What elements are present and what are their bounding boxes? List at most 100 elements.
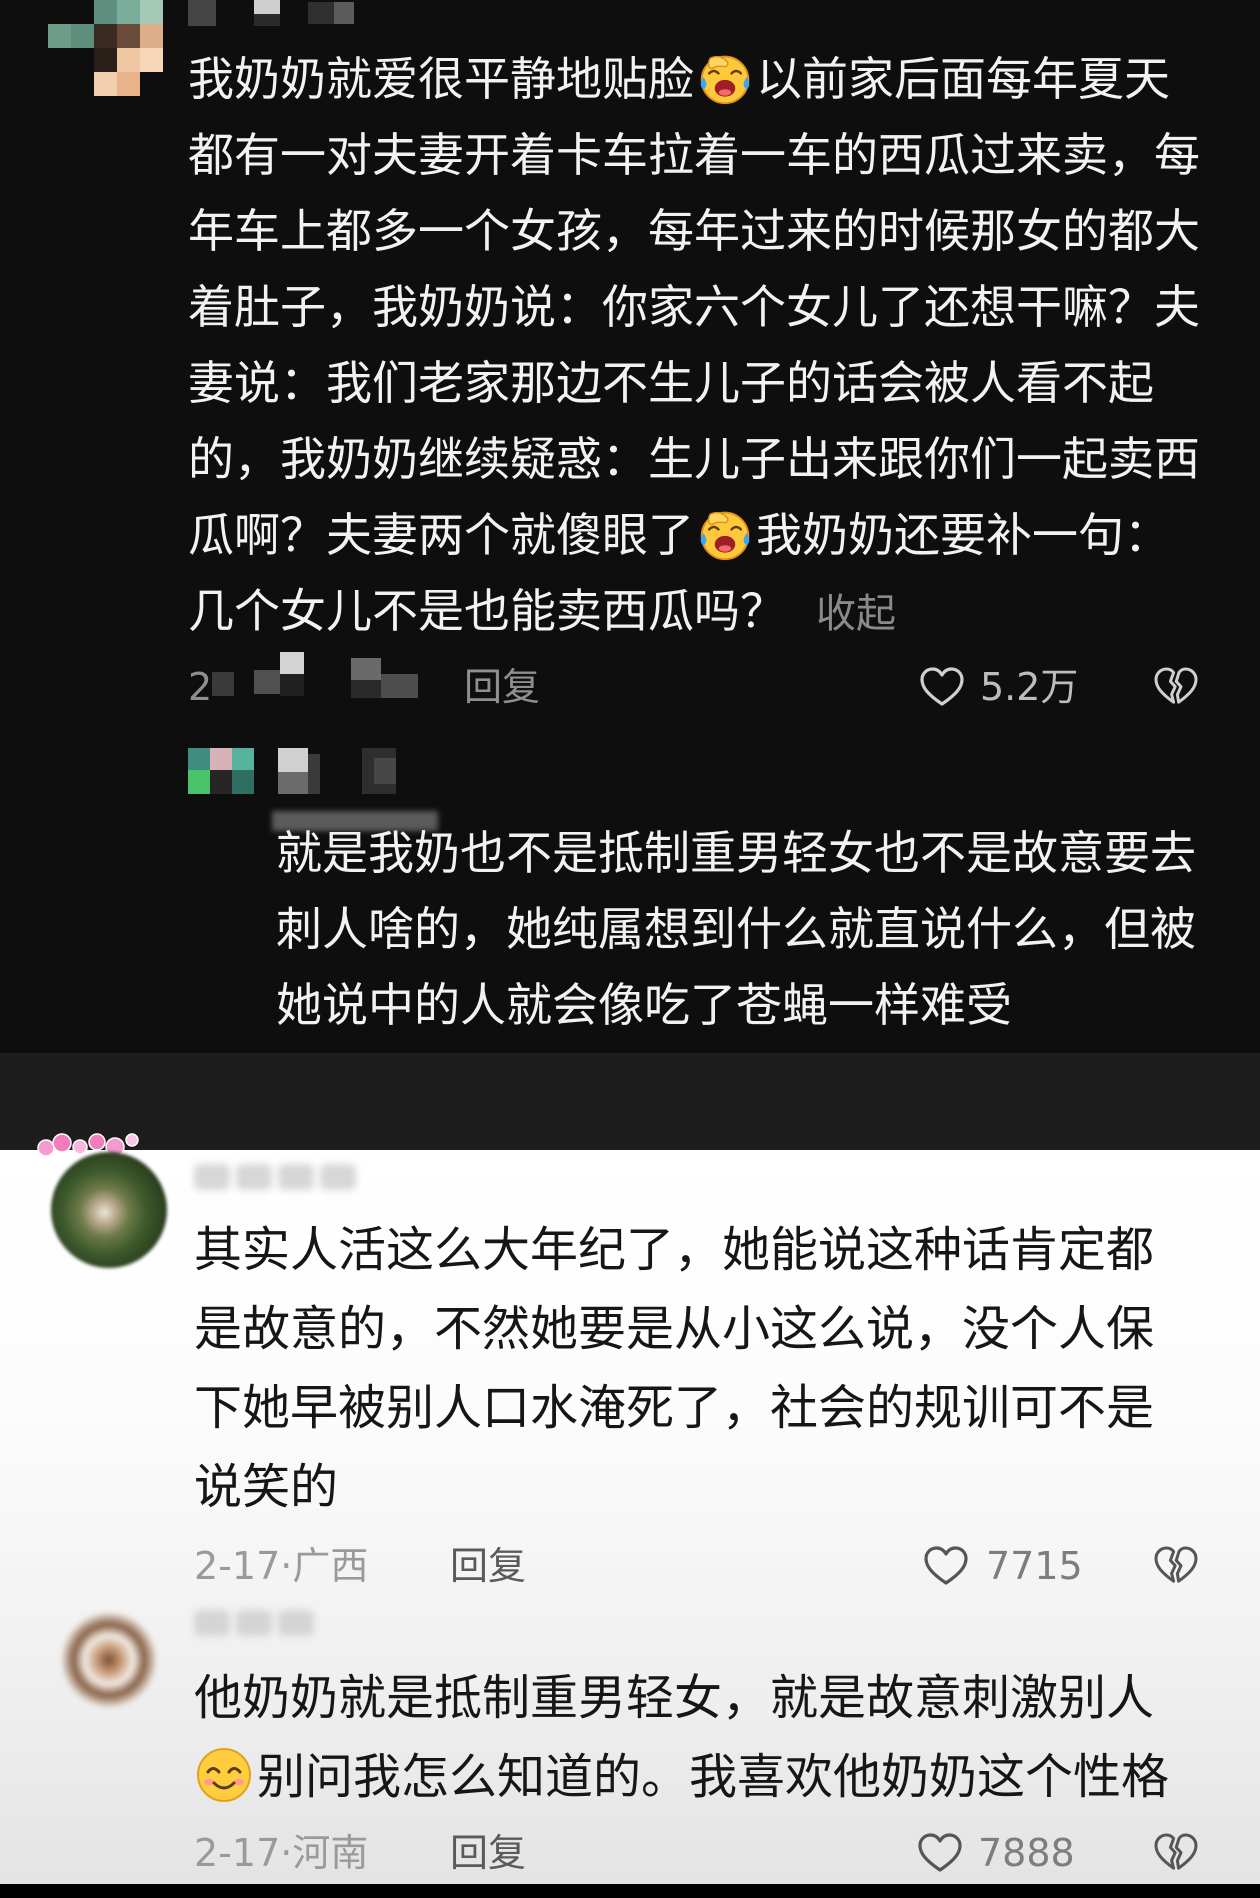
blurred-glyph xyxy=(194,1164,230,1190)
text-segment: 妻说：我们老家那边不生儿子的话会被人看不起 xyxy=(188,356,1154,410)
broken-heart-icon xyxy=(1152,1829,1200,1877)
text-segment: 以前家后面每年夏天 xyxy=(756,52,1170,106)
mosaic-cell xyxy=(334,2,354,24)
dislike-button[interactable] xyxy=(1152,1542,1200,1590)
comment-line: 都有一对夫妻开着卡车拉着一车的西瓜过来卖，每 xyxy=(188,117,1248,193)
text-segment: 她说中的人就会像吃了苍蝇一样难受 xyxy=(276,978,1012,1032)
comment-text: 他奶奶就是抵制重男轻女，就是故意刺激别人 别问我怎么知道的。我喜欢他奶奶这个性格 xyxy=(194,1659,1244,1817)
mosaic-cell xyxy=(278,748,308,772)
reply-avatar[interactable] xyxy=(188,748,254,794)
mosaic-cell xyxy=(280,674,304,696)
comment-time-location: 2-17·河南 xyxy=(194,1831,369,1875)
smile-emoji xyxy=(194,1745,254,1805)
text-segment: 瓜啊？夫妻两个就傻眼了 xyxy=(188,508,694,562)
mosaic-cell xyxy=(210,748,232,770)
comment-line: 说笑的 xyxy=(194,1448,1244,1527)
like-button[interactable] xyxy=(922,1542,970,1590)
mosaic-cell xyxy=(381,674,418,698)
mosaic-cell xyxy=(232,748,254,770)
broken-heart-icon xyxy=(1152,663,1200,711)
blurred-glyph xyxy=(320,1164,356,1190)
mosaic-cell xyxy=(140,48,163,72)
collapse-button[interactable]: 收起 xyxy=(816,591,896,637)
like-count: 5.2万 xyxy=(980,665,1079,709)
mosaic-cell xyxy=(308,2,334,24)
comment-line: 几个女儿不是也能卖西瓜吗？ 收起 xyxy=(188,573,1248,649)
text-segment: 的，我奶奶继续疑惑：生儿子出来跟你们一起卖西 xyxy=(188,432,1200,486)
mosaic-cell xyxy=(254,0,280,14)
mosaic-cell xyxy=(140,0,163,24)
mosaic-cell xyxy=(140,24,163,48)
comment-avatar[interactable] xyxy=(51,1152,167,1268)
mosaic-cell xyxy=(188,770,210,794)
top-comment-username[interactable] xyxy=(188,0,358,28)
mosaic-cell xyxy=(254,14,280,26)
blurred-glyph xyxy=(278,1164,314,1190)
comment-time: 2 xyxy=(188,665,213,709)
text-segment: 我奶奶就爱很平静地贴脸 xyxy=(188,52,694,106)
comment-username[interactable] xyxy=(194,1158,364,1192)
reply-username[interactable] xyxy=(278,748,396,794)
mosaic-cell xyxy=(188,748,210,770)
text-segment: 着肚子，我奶奶说：你家六个女儿了还想干嘛？夫 xyxy=(188,280,1200,334)
text-segment: 别问我怎么知道的。我喜欢他奶奶这个性格 xyxy=(257,1749,1170,1805)
mosaic-cell xyxy=(94,24,117,48)
mosaic-cell xyxy=(48,24,71,48)
text-segment: 都有一对夫妻开着卡车拉着一车的西瓜过来卖，每 xyxy=(188,128,1200,182)
text-segment: 就是我奶也不是抵制重男轻女也不是故意要去 xyxy=(276,826,1196,880)
dislike-button[interactable] xyxy=(1152,663,1200,711)
heart-outline-icon xyxy=(922,1542,970,1590)
mosaic-cell xyxy=(254,670,280,694)
mosaic-cell xyxy=(374,758,396,784)
comment-line: 瓜啊？夫妻两个就傻眼了 我奶奶还要补一句： xyxy=(188,497,1248,573)
like-button[interactable] xyxy=(918,663,966,711)
text-segment: 他奶奶就是抵制重男轻女，就是故意刺激别人 xyxy=(194,1670,1155,1726)
comment-line: 着肚子，我奶奶说：你家六个女儿了还想干嘛？夫 xyxy=(188,269,1248,345)
comment-line: 就是我奶也不是抵制重男轻女也不是故意要去 xyxy=(276,815,1246,891)
comment-username[interactable] xyxy=(194,1604,316,1638)
text-segment: 年车上都多一个女孩，每年过来的时候那女的都大 xyxy=(188,204,1200,258)
facepalm-laugh-emoji xyxy=(697,506,753,562)
mosaic-cell xyxy=(351,680,381,698)
mosaic-cell xyxy=(232,770,254,794)
reply-button[interactable]: 回复 xyxy=(450,1543,526,1589)
comment-line: 她说中的人就会像吃了苍蝇一样难受 xyxy=(276,967,1246,1043)
comment-line: 我奶奶就爱很平静地贴脸 以前家后面每年夏天 xyxy=(188,41,1248,117)
comment-line: 的，我奶奶继续疑惑：生儿子出来跟你们一起卖西 xyxy=(188,421,1248,497)
mosaic-cell xyxy=(71,24,94,48)
dislike-button[interactable] xyxy=(1152,1829,1200,1877)
text-segment: 几个女儿不是也能卖西瓜吗？ xyxy=(188,584,786,638)
mosaic-cell xyxy=(278,772,308,794)
comment-line: 年车上都多一个女孩，每年过来的时候那女的都大 xyxy=(188,193,1248,269)
comment-line: 刺人啥的，她纯属想到什么就直说什么，但被 xyxy=(276,891,1246,967)
comment-line: 别问我怎么知道的。我喜欢他奶奶这个性格 xyxy=(194,1738,1244,1817)
mosaic-cell xyxy=(117,72,140,96)
blurred-glyph xyxy=(194,1610,230,1636)
text-segment: 说笑的 xyxy=(194,1459,339,1515)
mosaic-cell xyxy=(94,0,117,24)
mosaic-cell xyxy=(117,48,140,72)
mosaic-cell xyxy=(94,48,117,72)
like-count: 7888 xyxy=(978,1831,1075,1875)
mosaic-cell xyxy=(188,0,216,26)
text-segment: 下她早被别人口水淹死了，社会的规训可不是 xyxy=(194,1380,1155,1436)
comment-avatar[interactable] xyxy=(61,1612,157,1708)
mosaic-cell xyxy=(308,754,320,794)
comment-line: 是故意的，不然她要是从小这么说，没个人保 xyxy=(194,1290,1244,1369)
reply-button[interactable]: 回复 xyxy=(464,664,540,710)
like-button[interactable] xyxy=(916,1829,964,1877)
like-count: 7715 xyxy=(986,1544,1083,1588)
blurred-glyph xyxy=(236,1610,272,1636)
mosaic-cell xyxy=(117,0,140,24)
mosaic-cell xyxy=(117,24,140,48)
top-comment-avatar[interactable] xyxy=(48,0,164,97)
facepalm-laugh-emoji xyxy=(697,50,753,106)
comment-line: 他奶奶就是抵制重男轻女，就是故意刺激别人 xyxy=(194,1659,1244,1738)
bottom-edge-bar xyxy=(0,1884,1260,1898)
comment-screen: 我奶奶就爱很平静地贴脸 以前家后面每年夏天 都有一对夫妻开着卡车拉着一车的西瓜过来… xyxy=(0,0,1260,1898)
comment-line: 其实人活这么大年纪了，她能说这种话肯定都 xyxy=(194,1211,1244,1290)
reply-button[interactable]: 回复 xyxy=(450,1830,526,1876)
comment-line: 妻说：我们老家那边不生儿子的话会被人看不起 xyxy=(188,345,1248,421)
heart-outline-icon xyxy=(916,1829,964,1877)
mosaic-cell xyxy=(210,770,232,794)
